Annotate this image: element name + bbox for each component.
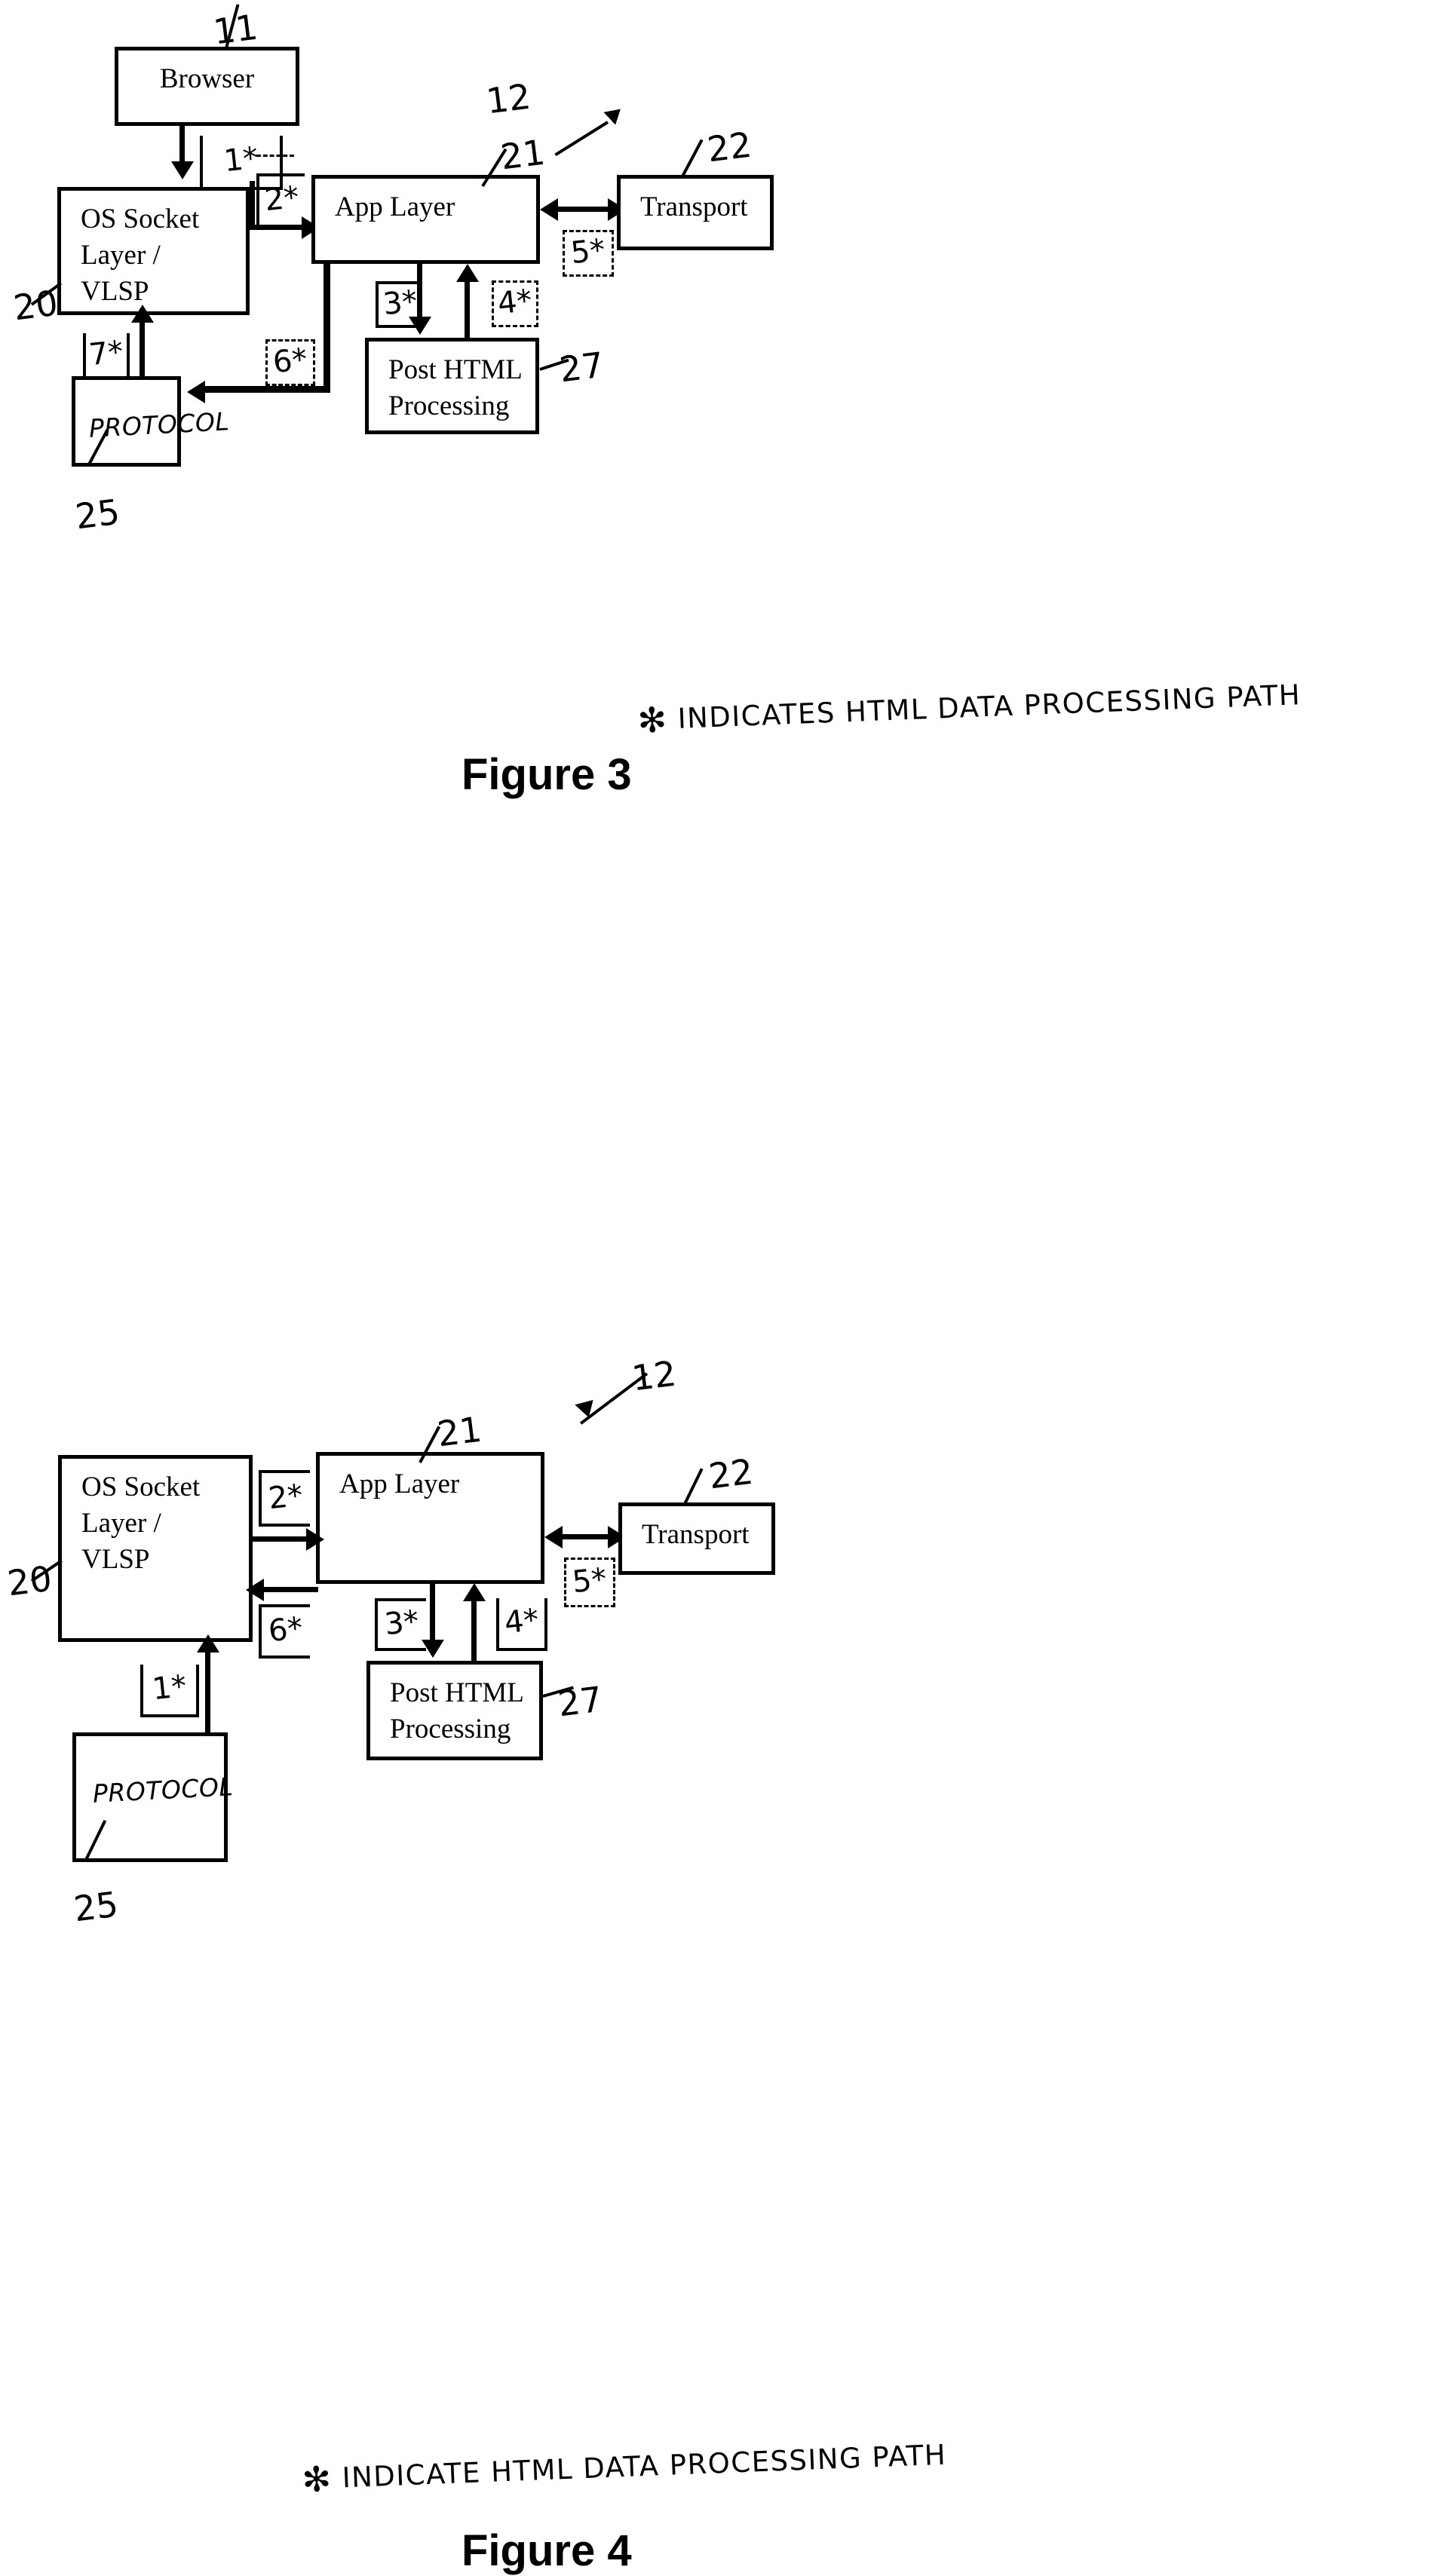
figure-3: Browser 11 1* OS Socket Layer / VLSP 20 …	[0, 0, 1429, 829]
connector-socket-riser	[250, 181, 255, 230]
leader-ref-12	[554, 121, 609, 157]
figure-4-footnote: ✻ INDICATE HTML DATA PROCESSING PATH	[301, 2432, 947, 2501]
arrow-post-to-app	[456, 264, 479, 282]
box-app-layer-f4: App Layer	[316, 1452, 544, 1584]
ref-numeral-21: 21	[498, 131, 547, 178]
box-os-socket-line2-f4: Layer /	[81, 1508, 161, 1539]
ref-numeral-25-f4: 25	[71, 1883, 121, 1930]
box-post-html-line1-f4: Post HTML	[390, 1677, 524, 1708]
box-protocol: PROTOCOL	[72, 376, 230, 467]
connector-app-to-post-f4	[430, 1584, 435, 1648]
step-label-6: 6*	[265, 339, 315, 386]
connector-app-to-socket-f4	[262, 1587, 318, 1592]
box-os-socket-layer: OS Socket Layer / VLSP	[57, 187, 250, 315]
arrow-app-to-protocol	[187, 381, 205, 403]
box-post-html-processing: Post HTML Processing	[365, 338, 539, 434]
step-label-4: 4*	[492, 280, 538, 327]
box-os-socket-line3: VLSP	[81, 276, 149, 308]
figure-4: 12 OS Socket Layer / VLSP 20 App Layer 2…	[0, 844, 1429, 2575]
leader-ref-22-f4	[683, 1468, 704, 1505]
box-protocol-label: PROTOCOL	[88, 406, 231, 443]
step-label-3: 3*	[376, 281, 422, 328]
arrow-transport-to-app	[540, 198, 558, 221]
arrow-browser-to-socket	[171, 161, 194, 179]
box-protocol-label-f4: PROTOCOL	[92, 1772, 235, 1809]
arrow-post-to-app-f4	[463, 1583, 486, 1601]
box-app-layer-label-f4: App Layer	[339, 1469, 460, 1499]
connector-protocol-to-socket	[140, 320, 145, 378]
box-transport: Transport	[617, 175, 774, 250]
figure-4-caption: Figure 4	[462, 2526, 632, 2575]
ref-numeral-25: 25	[72, 491, 122, 538]
ref-numeral-12: 12	[483, 75, 533, 122]
connector-app-to-protocol-v	[324, 264, 330, 391]
box-os-socket-line3-f4: VLSP	[81, 1544, 150, 1576]
box-app-layer: App Layer	[311, 175, 540, 264]
ref-numeral-20: 20	[11, 282, 60, 329]
arrow-socket-to-app-f4	[306, 1528, 324, 1551]
step-label-5-f4: 5*	[564, 1558, 615, 1607]
box-browser: Browser	[115, 47, 299, 126]
connector-socket-to-app-f4	[251, 1536, 313, 1542]
step-label-3-f4: 3*	[375, 1598, 426, 1651]
connector-post-to-app	[465, 277, 470, 339]
ref-numeral-22-f4: 22	[706, 1450, 756, 1497]
step-label-7: 7*	[83, 333, 130, 380]
leader-ref-22	[681, 139, 704, 177]
box-transport-label: Transport	[640, 191, 748, 222]
box-os-socket-line1-f4: OS Socket	[81, 1472, 201, 1502]
arrow-protocol-to-socket-f4	[197, 1634, 219, 1652]
box-app-layer-label: App Layer	[335, 191, 455, 222]
ref-numeral-27: 27	[557, 344, 606, 391]
figure-4-footnote-text: INDICATE HTML DATA PROCESSING PATH	[341, 2438, 947, 2495]
ref-numeral-22: 22	[704, 124, 754, 170]
ref-numeral-12-f4: 12	[629, 1352, 679, 1399]
box-os-socket-layer-f4: OS Socket Layer / VLSP	[58, 1455, 253, 1642]
step-label-2-f4: 2*	[259, 1470, 310, 1527]
figure-3-caption: Figure 3	[462, 750, 632, 799]
box-post-html-line2: Processing	[388, 391, 510, 422]
box-transport-label-f4: Transport	[642, 1519, 750, 1550]
arrow-protocol-to-socket	[131, 305, 154, 323]
step-label-2: 2*	[256, 173, 305, 228]
box-post-html-processing-f4: Post HTML Processing	[366, 1661, 543, 1760]
footnote-star-icon: ✻	[636, 699, 669, 741]
step-label-4-f4: 4*	[496, 1598, 547, 1651]
box-os-socket-line2: Layer /	[81, 240, 161, 271]
footnote-star-icon-f4: ✻	[301, 2458, 333, 2501]
arrow-app-to-socket-f4	[246, 1579, 264, 1601]
step-label-6-f4: 6*	[259, 1604, 310, 1659]
box-post-html-line1: Post HTML	[388, 354, 523, 385]
connector-post-to-app-f4	[471, 1597, 477, 1662]
arrow-transport-to-app-f4	[544, 1526, 563, 1548]
step-label-5: 5*	[563, 230, 614, 277]
connector-protocol-to-socket-f4	[205, 1649, 210, 1732]
connector-app-to-transport	[549, 207, 615, 212]
connector-app-to-protocol-h	[204, 386, 330, 393]
ref-numeral-11: 11	[210, 6, 260, 53]
box-os-socket-line1: OS Socket	[81, 204, 200, 234]
box-browser-label: Browser	[159, 63, 255, 94]
step-label-1-f4: 1*	[140, 1665, 199, 1717]
box-transport-f4: Transport	[618, 1502, 775, 1575]
ref-numeral-27-f4: 27	[555, 1678, 605, 1725]
box-post-html-line2-f4: Processing	[390, 1714, 511, 1745]
ref-numeral-21-f4: 21	[434, 1408, 484, 1455]
figure-3-footnote: ✻ INDICATES HTML DATA PROCESSING PATH	[636, 672, 1302, 741]
ref-numeral-20-f4: 20	[5, 1558, 54, 1604]
figure-3-footnote-text: INDICATES HTML DATA PROCESSING PATH	[676, 678, 1302, 735]
